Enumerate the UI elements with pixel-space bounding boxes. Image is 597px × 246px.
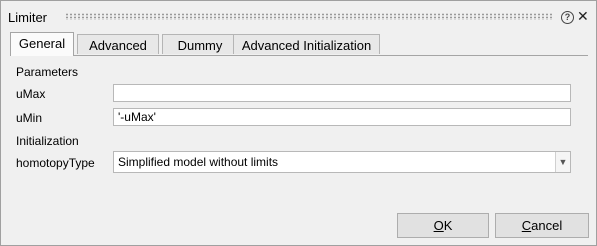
umin-input[interactable] xyxy=(113,108,571,126)
cancel-mnemonic: C xyxy=(521,218,532,233)
help-icon[interactable]: ? xyxy=(561,11,574,24)
homotopy-type-value: Simplified model without limits xyxy=(118,155,279,169)
cancel-label-rest: ancel xyxy=(531,218,563,233)
general-panel: Parameters uMax uMin Initialization homo… xyxy=(10,55,588,190)
tab-general[interactable]: General xyxy=(10,32,74,56)
umax-label: uMax xyxy=(16,87,46,101)
umax-input[interactable] xyxy=(113,84,571,102)
initialization-heading: Initialization xyxy=(16,134,79,148)
ok-button[interactable]: OK xyxy=(397,213,489,238)
tab-bar: General Advanced Dummy Advanced Initiali… xyxy=(10,32,588,56)
title-bar[interactable]: Limiter ? ✕ xyxy=(1,1,596,31)
tab-dummy[interactable]: Dummy xyxy=(162,34,238,54)
cancel-button[interactable]: Cancel xyxy=(495,213,589,238)
limiter-dialog: Limiter ? ✕ General Advanced Dummy Advan… xyxy=(0,0,597,246)
window-title: Limiter xyxy=(8,10,48,25)
ok-label-rest: K xyxy=(443,218,453,233)
ok-mnemonic: O xyxy=(433,218,444,233)
tab-advanced[interactable]: Advanced xyxy=(77,34,159,54)
close-icon[interactable]: ✕ xyxy=(577,8,589,25)
chevron-down-icon[interactable]: ▼ xyxy=(555,152,570,172)
umin-label: uMin xyxy=(16,111,43,125)
tab-advanced-initialization[interactable]: Advanced Initialization xyxy=(233,34,380,54)
homotopy-type-label: homotopyType xyxy=(16,156,95,170)
parameters-heading: Parameters xyxy=(16,65,79,79)
homotopy-type-select[interactable]: Simplified model without limits ▼ xyxy=(113,151,571,173)
drag-grip[interactable] xyxy=(65,13,553,20)
